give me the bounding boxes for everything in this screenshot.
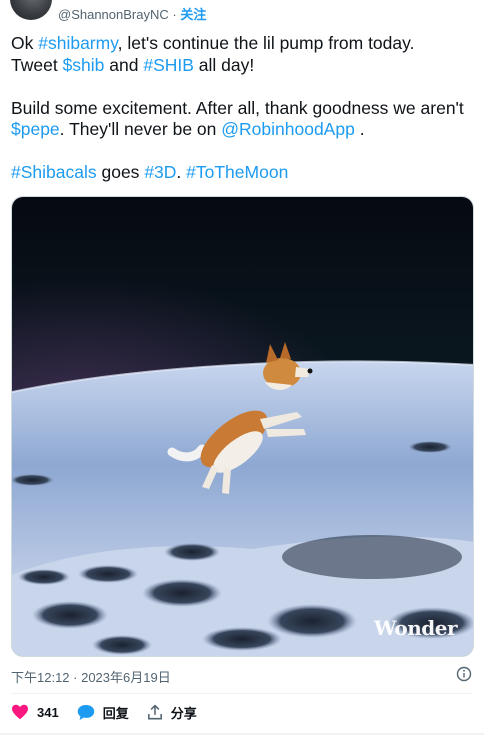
text-segment: and — [104, 54, 144, 75]
tweet-timestamp[interactable]: 下午12:12 · 2023年6月19日 — [11, 667, 171, 686]
info-icon[interactable] — [456, 666, 472, 682]
tweet-line-4: $pepe. They'll never be on @RobinhoodApp… — [11, 119, 479, 141]
tweet-line-3: Build some excitement. After all, thank … — [11, 97, 464, 118]
hashtag-3d[interactable]: #3D — [144, 162, 176, 182]
tweet-line-1: Ok #shibarmy, let's continue the lil pum… — [11, 33, 479, 55]
like-count: 341 — [37, 704, 59, 720]
cashtag-shib[interactable]: $shib — [63, 55, 105, 75]
action-bar: 341 回复 分享 — [11, 702, 215, 722]
like-button[interactable]: 341 — [11, 704, 59, 720]
hashtag-shibacals[interactable]: #Shibacals — [11, 162, 97, 182]
author-row: @ShannonBrayNC · 关注 — [58, 4, 206, 23]
handle-separator: · — [168, 7, 181, 22]
author-handle[interactable]: @ShannonBrayNC — [58, 7, 169, 22]
avatar[interactable] — [10, 0, 52, 20]
tweet-image[interactable]: Wonder — [11, 196, 474, 657]
follow-button[interactable]: 关注 — [180, 7, 206, 22]
tweet-header: @ShannonBrayNC · 关注 — [0, 0, 484, 26]
share-button[interactable]: 分享 — [147, 703, 197, 722]
share-upload-icon — [147, 704, 162, 719]
tweet-line-2: Tweet $shib and #SHIB all day! — [11, 55, 479, 77]
reply-label: 回复 — [102, 705, 129, 721]
tweet-line-5: #Shibacals goes #3D. #ToTheMoon — [11, 162, 479, 184]
reply-bubble-icon — [77, 704, 94, 720]
divider — [11, 693, 473, 694]
text-segment: , let's continue the lil pump from today… — [117, 33, 415, 53]
share-label: 分享 — [170, 705, 197, 721]
text-segment: . — [176, 162, 187, 182]
hashtag-shibarmy[interactable]: #shibarmy — [38, 33, 117, 53]
hashtag-shib[interactable]: #SHIB — [143, 55, 194, 75]
heart-icon — [12, 704, 28, 720]
tweet-text: Ok #shibarmy, let's continue the lil pum… — [11, 33, 479, 184]
text-segment: Tweet — [11, 54, 63, 75]
cashtag-pepe[interactable]: $pepe — [11, 119, 60, 139]
mention-robinhoodapp[interactable]: @RobinhoodApp — [221, 119, 355, 139]
moon-dog-illustration — [12, 197, 473, 656]
hashtag-tothemoon[interactable]: #ToTheMoon — [186, 162, 288, 182]
text-segment: . They'll never be on — [59, 119, 222, 139]
text-segment: all day! — [193, 54, 255, 75]
text-segment: Ok — [11, 33, 39, 53]
text-segment: goes — [96, 162, 145, 182]
wonder-watermark: Wonder — [374, 616, 457, 640]
reply-button[interactable]: 回复 — [77, 703, 129, 722]
text-segment: . — [354, 119, 365, 139]
